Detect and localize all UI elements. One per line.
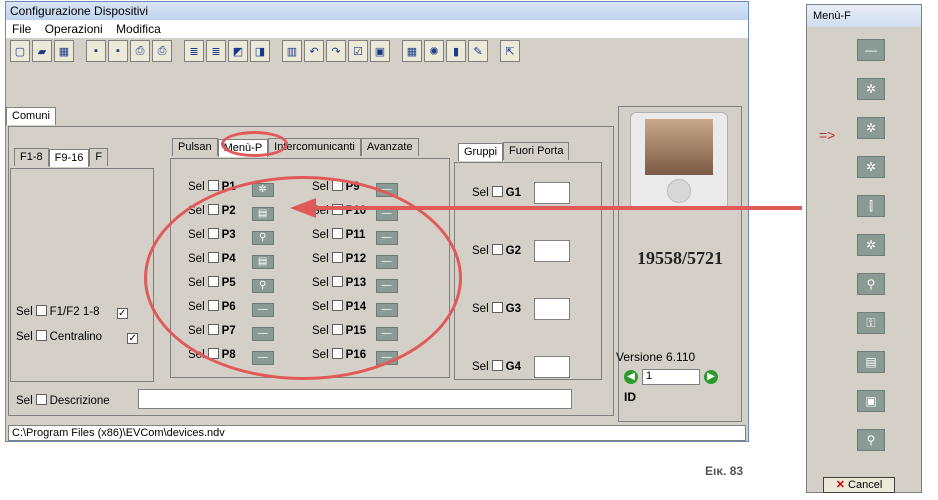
network-icon[interactable]: ✺ [424, 40, 444, 62]
copy-icon[interactable]: ▪ [108, 40, 128, 62]
left-tabs: F1-8 F9-16 F [14, 148, 109, 167]
new-icon[interactable]: ▢ [10, 40, 30, 62]
group-label: G2 [505, 245, 521, 258]
cancel-icon: ✕ [835, 479, 845, 491]
id-label: ID [624, 390, 636, 404]
duplicate-icon[interactable]: ▥ [282, 40, 302, 62]
menu-f-title: Menù-F [807, 5, 921, 27]
sel-checkbox[interactable] [491, 244, 503, 256]
group-row: Sel G4 [472, 356, 570, 378]
menu-f-function-icon[interactable]: ✲ [857, 234, 885, 256]
status-path: C:\Program Files (x86)\EVCom\devices.ndv [8, 425, 746, 441]
group-value-input[interactable] [533, 298, 570, 320]
tab-fuori-porta[interactable]: Fuori Porta [503, 142, 570, 160]
tab-gruppi[interactable]: Gruppi [458, 143, 504, 161]
list-icon[interactable]: ≣ [184, 40, 204, 62]
menu-f-function-icon[interactable]: — [857, 39, 885, 61]
menu-f-panel: Menù-F — ✲ ✲ ✲ ⫿ ✲ ⚲ ⚿ ▤ ▣ ⚲ => ✕ Cancel [806, 4, 922, 493]
description-checkbox[interactable] [35, 394, 47, 405]
row-f1f2: Sel F1/F2 1-8 ✓ [16, 305, 128, 319]
menu-modifica[interactable]: Modifica [116, 22, 161, 36]
description-input[interactable] [138, 389, 572, 409]
menu-bar: File Operazioni Modifica [6, 20, 748, 38]
menu-f-function-icon[interactable]: ⚲ [857, 429, 885, 451]
cancel-button[interactable]: ✕ Cancel [823, 477, 895, 493]
group-label: G3 [505, 303, 521, 316]
group-value-input[interactable] [533, 240, 570, 262]
sel-checkbox[interactable] [35, 330, 47, 341]
print-preview-icon[interactable]: ⎙ [130, 40, 150, 62]
device-icon[interactable]: ▮ [446, 40, 466, 62]
arrow-graphic [290, 198, 802, 218]
group-value-input[interactable] [533, 356, 570, 378]
menu-file[interactable]: File [12, 22, 31, 36]
edit-list-icon[interactable]: ≣ [206, 40, 226, 62]
mid-tabs: Pulsan Menù-P Intercomunicanti Avanzate [172, 138, 419, 157]
menu-f-function-icon[interactable]: ✲ [857, 156, 885, 178]
group-tabs: Gruppi Fuori Porta [458, 142, 570, 161]
print-icon[interactable]: ⎙ [152, 40, 172, 62]
sel-checkbox[interactable] [35, 305, 47, 316]
description-row: Sel Descrizione [16, 394, 110, 407]
import-icon[interactable]: ▦ [54, 40, 74, 62]
sel-checkbox[interactable] [491, 360, 503, 372]
info-icon[interactable]: ▣ [370, 40, 390, 62]
id-input[interactable]: 1 [642, 369, 700, 385]
tab-f-more[interactable]: F [89, 148, 109, 166]
table-icon[interactable]: ▦ [402, 40, 422, 62]
save-icon[interactable]: ▪ [86, 40, 106, 62]
menu-operazioni[interactable]: Operazioni [45, 22, 103, 36]
toolbar: ▢ ▰ ▦ ▪ ▪ ⎙ ⎙ ≣ ≣ ◩ ◨ ▥ ↶ ↷ ☑ ▣ ▦ ✺ ▮ ✎ … [10, 40, 520, 66]
exit-icon[interactable]: ⇱ [500, 40, 520, 62]
sel-checkbox[interactable] [207, 180, 219, 191]
group-row: Sel G3 [472, 298, 570, 320]
edit-icon[interactable]: ◩ [228, 40, 248, 62]
figure-label: Εικ. 83 [705, 464, 744, 478]
version-label: Versione 6.110 [616, 350, 696, 364]
check-icon[interactable]: ☑ [348, 40, 368, 62]
device-code: 19558/5721 [636, 248, 723, 268]
menu-f-function-icon[interactable]: ⚿ [857, 312, 885, 334]
menu-f-function-icon[interactable]: ✲ [857, 78, 885, 100]
tab-avanzate[interactable]: Avanzate [360, 138, 419, 156]
f1f2-checkbox[interactable]: ✓ [116, 308, 128, 319]
video-screen-image [645, 119, 713, 175]
menu-f-function-icon[interactable]: ⚲ [857, 273, 885, 295]
left-panel [10, 168, 154, 382]
tab-comuni[interactable]: Comuni [6, 107, 56, 125]
menu-f-function-icon[interactable]: ✲ [857, 117, 885, 139]
transfer-icon[interactable]: ◨ [250, 40, 270, 62]
highlight-tab-ellipse [221, 131, 288, 157]
tab-f9-16[interactable]: F9-16 [48, 149, 90, 167]
tool-icon[interactable]: ✎ [468, 40, 488, 62]
prev-icon[interactable]: ◀ [624, 370, 638, 384]
tab-f1-8[interactable]: F1-8 [14, 148, 49, 166]
window-title: Configurazione Dispositivi [6, 2, 748, 20]
menu-f-function-icon[interactable]: ▣ [857, 390, 885, 412]
centralino-checkbox[interactable]: ✓ [127, 333, 139, 344]
group-row: Sel G2 [472, 240, 570, 262]
menu-f-function-icon[interactable]: ⫿ [857, 195, 885, 217]
row-centralino: Sel Centralino ✓ [16, 330, 139, 344]
redo-icon[interactable]: ↷ [326, 40, 346, 62]
next-icon[interactable]: ▶ [704, 370, 718, 384]
sel-checkbox[interactable] [491, 302, 503, 314]
undo-icon[interactable]: ↶ [304, 40, 324, 62]
selection-arrow: => [819, 127, 836, 143]
tab-pulsanti[interactable]: Pulsan [172, 138, 218, 156]
open-icon[interactable]: ▰ [32, 40, 52, 62]
group-label: G4 [505, 361, 521, 374]
menu-f-function-icon[interactable]: ▤ [857, 351, 885, 373]
